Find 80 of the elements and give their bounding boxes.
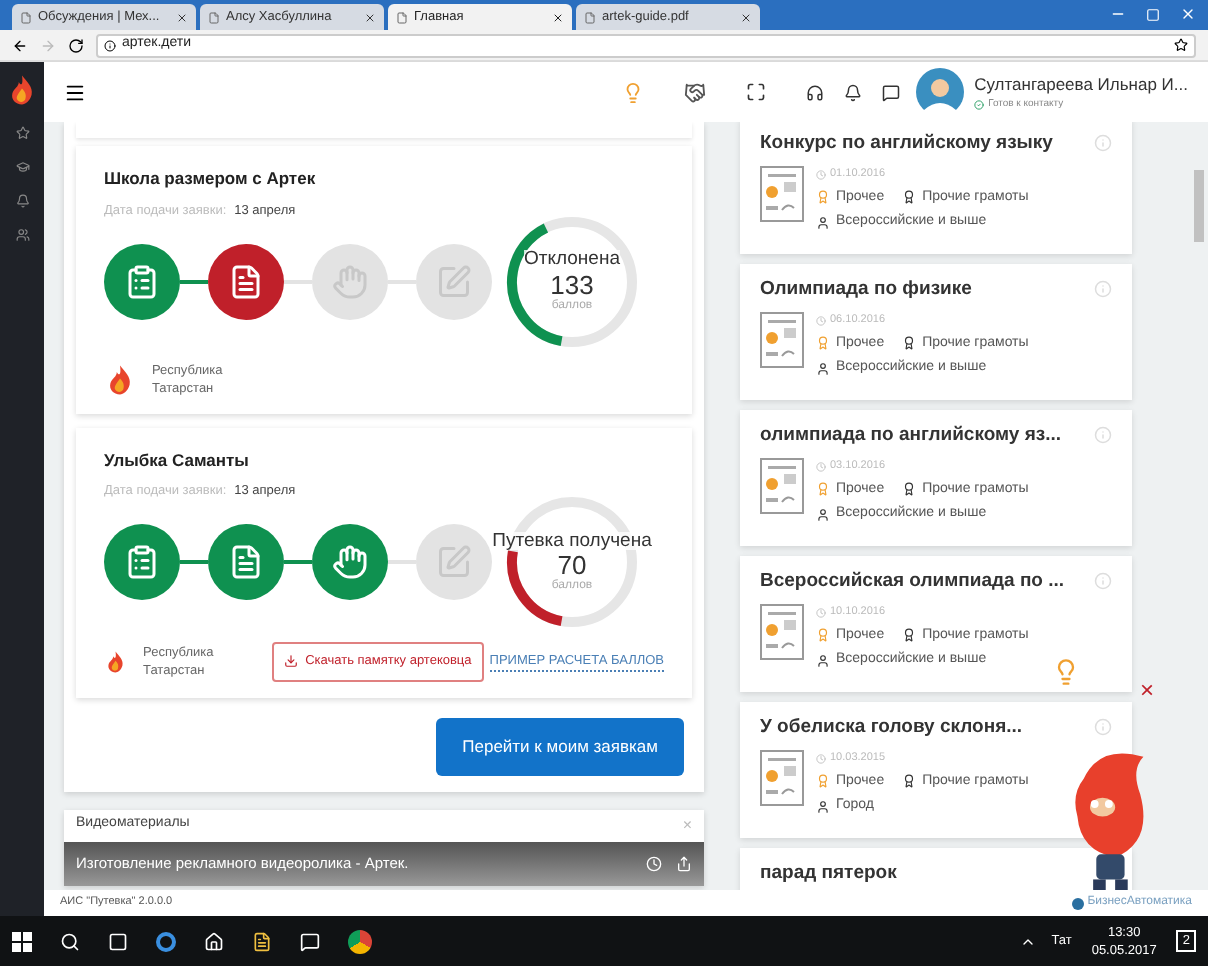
- reload-icon[interactable]: [68, 37, 84, 53]
- scrollbar[interactable]: [1194, 170, 1204, 242]
- tab-page-icon: [584, 11, 596, 23]
- fullscreen-icon[interactable]: [746, 82, 767, 102]
- step-icon: [332, 263, 368, 299]
- user-avatar[interactable]: [916, 68, 965, 116]
- medal-icon: [816, 336, 830, 351]
- clock-icon: [816, 607, 826, 618]
- tab-close-icon[interactable]: [176, 11, 188, 23]
- users-icon[interactable]: [15, 228, 29, 242]
- certificate-icon: [760, 312, 804, 369]
- star-icon[interactable]: [15, 126, 29, 140]
- step-icon: [436, 263, 472, 299]
- medal-icon: [816, 774, 830, 789]
- my-applications-button[interactable]: Перейти к моим заявкам: [436, 717, 684, 775]
- certificate-icon: [760, 750, 804, 807]
- step-icon: [124, 544, 160, 580]
- menu-icon[interactable]: [64, 81, 86, 103]
- application-title: Школа размером с Артек: [104, 166, 318, 192]
- headphones-icon[interactable]: [806, 83, 825, 101]
- tab-close-icon[interactable]: [364, 11, 376, 23]
- site-info-icon: [104, 39, 116, 51]
- status-check-icon: [974, 99, 985, 110]
- clock-icon: [816, 753, 826, 764]
- medal-icon: [816, 628, 830, 643]
- step-icon: [228, 263, 264, 299]
- clock-icon: [816, 315, 826, 326]
- step-icon: [124, 263, 160, 299]
- notifications-icon[interactable]: [844, 83, 863, 101]
- back-icon[interactable]: [12, 37, 28, 53]
- achievement-title: Олимпиада по физике: [760, 276, 972, 304]
- achievement-title: олимпиада по английскому яз...: [760, 422, 1062, 450]
- status-label: Отклонена: [524, 250, 620, 270]
- clock-icon: [816, 461, 826, 472]
- clock-icon[interactable]: [646, 855, 662, 871]
- bookmark-star-icon[interactable]: [1174, 38, 1188, 52]
- messages-icon[interactable]: [882, 83, 901, 101]
- achievement-card[interactable]: парад пятерок: [740, 848, 1132, 890]
- achievement-title: У обелиска голову склоня...: [760, 714, 1023, 742]
- brand-logo-icon: [1071, 897, 1084, 909]
- achievement-title: Всероссийская олимпиада по ...: [760, 568, 1065, 596]
- bell-icon[interactable]: [15, 194, 29, 208]
- search-icon[interactable]: [60, 931, 80, 951]
- tab-close-icon[interactable]: [740, 11, 752, 23]
- person-icon: [816, 215, 830, 230]
- score-value: 70: [557, 552, 587, 579]
- medal-icon: [816, 482, 830, 497]
- graduation-cap-icon[interactable]: [15, 160, 29, 174]
- flame-logo-icon: [6, 74, 38, 106]
- medal-icon: [816, 190, 830, 205]
- step-icon: [228, 544, 264, 580]
- application-title: Улыбка Саманты: [104, 447, 251, 473]
- certificate-icon: [760, 458, 804, 515]
- maximize-icon[interactable]: [1146, 8, 1160, 22]
- achievement-title: парад пятерок: [760, 860, 897, 888]
- person-icon: [816, 507, 830, 522]
- certificate-icon: [760, 604, 804, 661]
- flame-logo-icon: [104, 363, 136, 395]
- step-icon: [436, 544, 472, 580]
- windows-start-icon[interactable]: [12, 931, 32, 951]
- clock-icon: [816, 169, 826, 180]
- user-name[interactable]: Султангареева Ильнар И...: [974, 71, 1188, 98]
- close-icon[interactable]: [1180, 6, 1196, 22]
- status-label: Путевка получена: [492, 531, 652, 551]
- tab-page-icon: [208, 11, 220, 23]
- download-icon: [283, 654, 298, 669]
- step-icon: [332, 544, 368, 580]
- achievement-title: Конкурс по английскому языку: [760, 130, 1053, 158]
- person-icon: [816, 653, 830, 668]
- tab-page-icon: [20, 11, 32, 23]
- share-icon[interactable]: [676, 855, 692, 871]
- handshake-icon[interactable]: [684, 81, 707, 103]
- mascot-close-button[interactable]: ×: [1140, 678, 1155, 702]
- score-value: 133: [550, 271, 594, 298]
- tab-page-icon: [396, 11, 408, 23]
- person-icon: [816, 361, 830, 376]
- person-icon: [816, 799, 830, 814]
- tab-close-icon[interactable]: [552, 11, 564, 23]
- task-view-icon[interactable]: [108, 931, 128, 951]
- certificate-icon: [760, 166, 804, 223]
